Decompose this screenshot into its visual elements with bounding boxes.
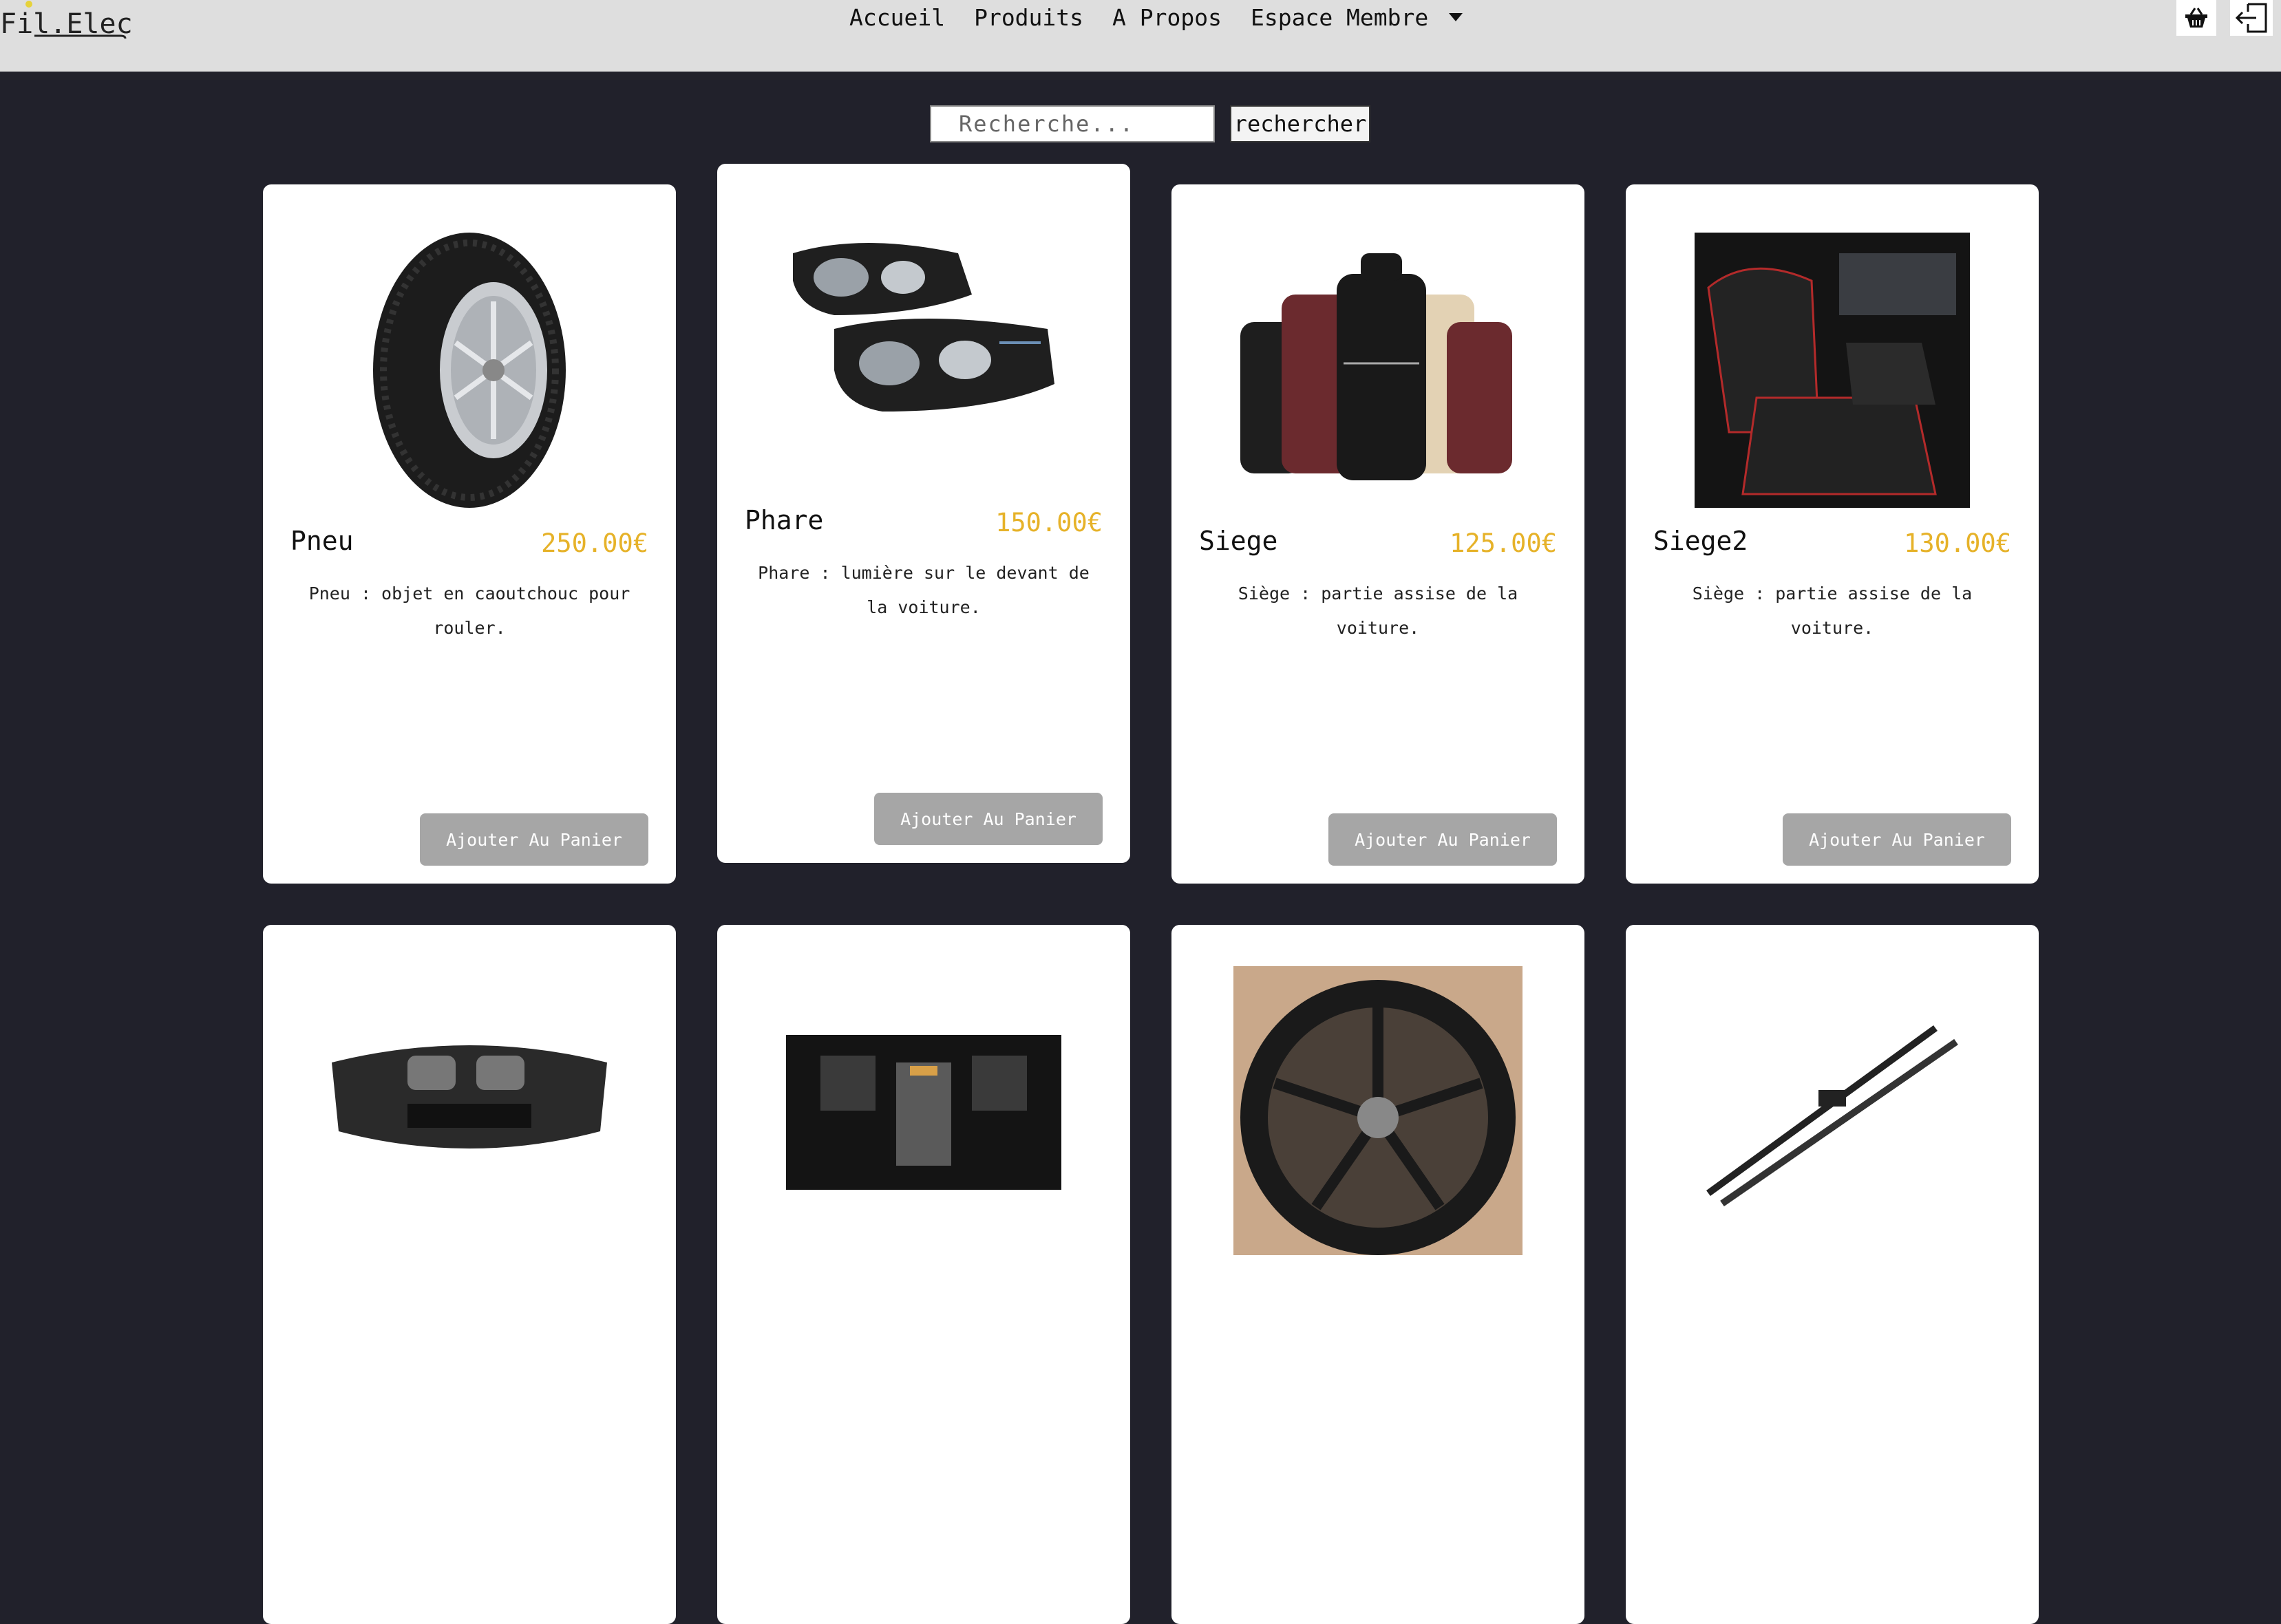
nav-a-propos[interactable]: A Propos — [1112, 4, 1222, 31]
product-description: Siège : partie assise de la voiture. — [1692, 584, 1973, 638]
product-price: 130.00€ — [1904, 528, 2011, 558]
search-input[interactable] — [930, 105, 1215, 142]
basket-icon — [2185, 8, 2207, 28]
product-description: Siège : partie assise de la voiture. — [1238, 584, 1518, 638]
bumper-image — [332, 1045, 607, 1148]
product-card — [1171, 925, 1584, 1624]
product-name: Siege — [1199, 526, 1278, 556]
car-seats-image — [1240, 253, 1512, 480]
product-price: 125.00€ — [1450, 528, 1557, 558]
car-seat-interior-image — [1695, 233, 1970, 508]
main-nav: Accueil Produits A Propos Espace Membre — [849, 0, 1463, 34]
site-logo[interactable]: Fil.Elec — [0, 0, 138, 48]
tire-image — [373, 233, 566, 508]
engine-image — [786, 1035, 1061, 1190]
nav-produits[interactable]: Produits — [974, 4, 1083, 31]
logout-button[interactable] — [2230, 0, 2273, 36]
nav-accueil[interactable]: Accueil — [849, 4, 945, 31]
product-description: Pneu : objet en caoutchouc pour rouler. — [308, 584, 630, 638]
nav-espace-membre[interactable]: Espace Membre — [1251, 4, 1428, 31]
product-price: 150.00€ — [995, 508, 1103, 537]
add-to-cart-button[interactable]: Ajouter Au Panier — [1328, 813, 1557, 866]
product-name: Pneu — [290, 526, 354, 556]
product-name: Siege2 — [1653, 526, 1748, 556]
product-price: 250.00€ — [541, 528, 648, 558]
rim-image — [1233, 966, 1523, 1255]
chevron-down-icon[interactable] — [1449, 13, 1463, 21]
top-navbar: Fil.Elec Accueil Produits A Propos Espac… — [0, 0, 2281, 72]
logout-icon — [2235, 3, 2267, 33]
add-to-cart-button[interactable]: Ajouter Au Panier — [1783, 813, 2011, 866]
product-card: Pneu 250.00€ Pneu : objet en caoutchouc … — [263, 184, 676, 884]
basket-button[interactable] — [2176, 0, 2216, 36]
product-card — [1626, 925, 2039, 1624]
headlight-image — [793, 243, 1054, 412]
search-button[interactable]: rechercher — [1230, 105, 1370, 142]
add-to-cart-button[interactable]: Ajouter Au Panier — [874, 793, 1103, 845]
product-card — [263, 925, 676, 1624]
product-card: Phare 150.00€ Phare : lumière sur le dev… — [717, 164, 1130, 863]
product-description: Phare : lumière sur le devant de la voit… — [758, 563, 1090, 617]
product-card: Siege 125.00€ Siège : partie assise de l… — [1171, 184, 1584, 884]
wiper-blades-image — [1706, 1025, 1958, 1207]
product-card — [717, 925, 1130, 1624]
product-name: Phare — [745, 505, 824, 535]
add-to-cart-button[interactable]: Ajouter Au Panier — [420, 813, 648, 866]
product-card: Siege2 130.00€ Siège : partie assise de … — [1626, 184, 2039, 884]
